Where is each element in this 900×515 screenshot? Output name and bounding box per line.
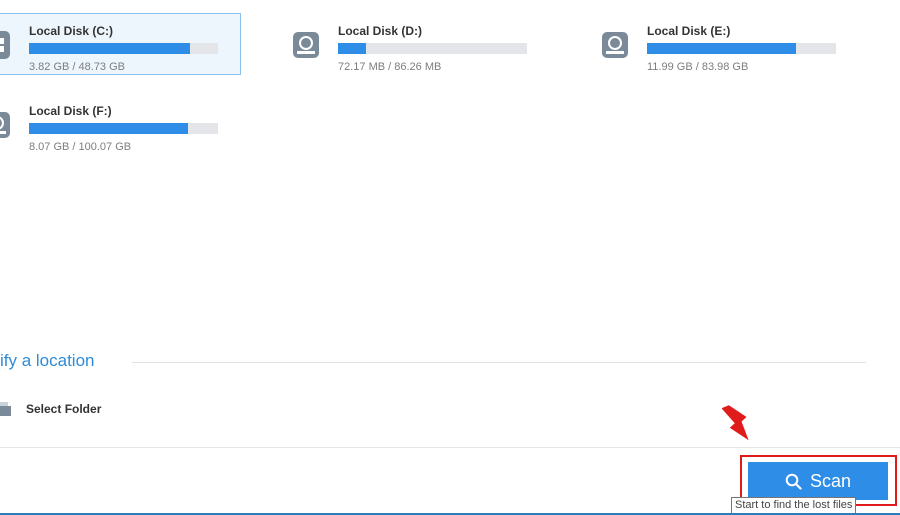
- disk-size: 72.17 MB / 86.26 MB: [338, 61, 442, 73]
- hard-disk-icon: [0, 112, 10, 138]
- disk-name: Local Disk (F:): [29, 104, 112, 118]
- disk-item-e[interactable]: Local Disk (E:) 11.99 GB / 83.98 GB: [595, 13, 841, 75]
- select-folder-label: Select Folder: [26, 402, 102, 416]
- disk-usage-fill: [338, 43, 367, 54]
- search-icon: [785, 473, 802, 490]
- hard-disk-icon: [293, 32, 319, 58]
- disk-usage-fill: [29, 43, 190, 54]
- disk-item-c[interactable]: Local Disk (C:) 3.82 GB / 48.73 GB: [0, 13, 241, 75]
- disk-name: Local Disk (D:): [338, 24, 423, 38]
- disk-name: Local Disk (E:): [647, 24, 731, 38]
- windows-drive-icon: [0, 31, 10, 59]
- folder-icon: [0, 402, 11, 416]
- scan-button-label: Scan: [809, 470, 852, 491]
- disk-usage-fill: [647, 43, 797, 54]
- scan-button[interactable]: Scan: [748, 462, 888, 500]
- disk-size: 3.82 GB / 48.73 GB: [29, 61, 126, 73]
- disk-item-d[interactable]: Local Disk (D:) 72.17 MB / 86.26 MB: [286, 13, 532, 75]
- disk-name: Local Disk (C:): [29, 24, 114, 38]
- disk-usage-fill: [29, 123, 188, 134]
- red-arrow-annotation: [722, 405, 749, 441]
- disk-size: 8.07 GB / 100.07 GB: [29, 141, 132, 153]
- disk-size: 11.99 GB / 83.98 GB: [647, 61, 749, 73]
- disk-usage-bar: [338, 43, 527, 54]
- hard-disk-icon: [602, 32, 628, 58]
- disk-usage-bar: [29, 43, 218, 54]
- disk-item-f[interactable]: Local Disk (F:) 8.07 GB / 100.07 GB: [0, 93, 241, 155]
- scan-tooltip: Start to find the lost files: [731, 497, 857, 514]
- footer-divider: [0, 447, 900, 448]
- section-title-location: ify a location: [0, 351, 95, 370]
- disk-usage-bar: [647, 43, 836, 54]
- section-divider: [132, 362, 866, 363]
- select-folder-item[interactable]: Select Folder: [0, 398, 140, 422]
- disk-usage-bar: [29, 123, 218, 134]
